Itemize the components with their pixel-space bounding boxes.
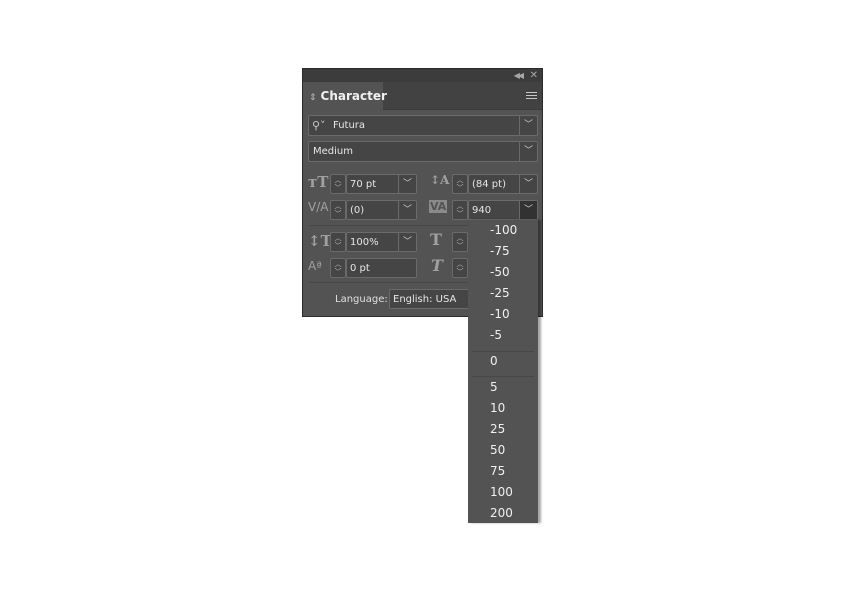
sort-icon: ⇕ — [309, 93, 317, 103]
chevron-down-icon[interactable]: ﹀ — [398, 233, 416, 251]
search-icon: ⚲˅ — [312, 119, 326, 132]
chevron-down-icon[interactable]: ﹀ — [398, 201, 416, 219]
leading-stepper[interactable]: ︿ ﹀ — [452, 174, 468, 194]
tracking-option[interactable]: -100 — [490, 223, 517, 237]
font-family-field[interactable]: ⚲˅ Futura ﹀ — [308, 115, 538, 136]
tracking-option[interactable]: 100 — [490, 485, 513, 499]
baseline-shift-icon: Aª — [308, 259, 322, 273]
skew-stepper[interactable]: ︿ ﹀ — [452, 258, 468, 278]
leading-field[interactable]: (84 pt) ﹀ — [468, 174, 538, 194]
tracking-value: 940 — [472, 205, 492, 216]
tracking-option[interactable]: -5 — [490, 328, 502, 342]
chevron-down-icon[interactable]: ﹀ — [519, 201, 537, 219]
chevron-down-icon[interactable]: ﹀ — [519, 175, 537, 193]
tracking-option[interactable]: 75 — [490, 464, 505, 478]
font-style-field[interactable]: Medium ﹀ — [308, 141, 538, 162]
chevron-down-icon[interactable]: ﹀ — [519, 116, 537, 135]
kerning-field[interactable]: (0) ﹀ — [346, 200, 417, 220]
font-style-value: Medium — [313, 146, 353, 157]
tracking-option[interactable]: 0 — [490, 354, 498, 368]
tracking-dropdown: -100 -75 -50 -25 -10 -5 0 5 10 25 50 75 100 200 — [468, 220, 538, 523]
tracking-option[interactable]: -75 — [490, 244, 510, 258]
tab-label: Character — [320, 89, 387, 103]
tracking-option[interactable]: -50 — [490, 265, 510, 279]
chevron-down-icon[interactable]: ﹀ — [519, 142, 537, 161]
menu-separator — [472, 376, 534, 377]
tracking-stepper[interactable]: ︿ ﹀ — [452, 200, 468, 220]
leading-value: (84 pt) — [472, 179, 506, 190]
tracking-option[interactable]: 25 — [490, 422, 505, 436]
vertical-scale-value: 100% — [350, 237, 379, 248]
chevron-down-icon[interactable]: ﹀ — [398, 175, 416, 193]
close-icon[interactable]: ✕ — [530, 69, 538, 82]
font-size-value: 70 pt — [350, 179, 377, 190]
menu-separator — [472, 351, 534, 352]
font-size-icon: ᴛT — [308, 173, 329, 191]
baseline-shift-value: 0 pt — [350, 263, 370, 274]
panel-menu-icon[interactable] — [526, 92, 537, 101]
baseline-shift-stepper[interactable]: ︿ ﹀ — [330, 258, 346, 278]
language-value: English: USA — [393, 294, 457, 305]
vertical-scale-field[interactable]: 100% ﹀ — [346, 232, 417, 252]
tracking-field[interactable]: 940 ﹀ — [468, 200, 538, 220]
tracking-option[interactable]: 5 — [490, 380, 498, 394]
baseline-shift-field[interactable]: 0 pt — [346, 258, 417, 278]
tab-character[interactable]: ⇕ Character — [303, 82, 387, 110]
kerning-stepper[interactable]: ︿ ﹀ — [330, 200, 346, 220]
tracking-option[interactable]: 200 — [490, 506, 513, 520]
tracking-option[interactable]: -10 — [490, 307, 510, 321]
tracking-icon: VA — [429, 200, 448, 213]
vertical-scale-icon: ↕T — [308, 232, 332, 250]
tracking-option[interactable]: 50 — [490, 443, 505, 457]
kerning-icon: V/A — [308, 200, 329, 214]
leading-icon: ↕A — [430, 173, 450, 187]
collapse-icon[interactable]: ◀◀ — [514, 69, 524, 82]
vertical-scale-stepper[interactable]: ︿ ﹀ — [330, 232, 346, 252]
horizontal-scale-stepper[interactable]: ︿ ﹀ — [452, 232, 468, 252]
kerning-value: (0) — [350, 205, 365, 216]
tracking-option[interactable]: 10 — [490, 401, 505, 415]
skew-icon: T — [431, 256, 443, 275]
horizontal-scale-icon: T — [430, 230, 442, 249]
tracking-option[interactable]: -25 — [490, 286, 510, 300]
font-size-field[interactable]: 70 pt ﹀ — [346, 174, 417, 194]
font-family-value: Futura — [333, 120, 366, 131]
language-label: Language: — [335, 294, 388, 305]
tab-bar: ⇕ Character — [303, 82, 542, 110]
panel-titlebar: ◀◀ ✕ — [303, 69, 542, 82]
font-size-stepper[interactable]: ︿ ﹀ — [330, 174, 346, 194]
